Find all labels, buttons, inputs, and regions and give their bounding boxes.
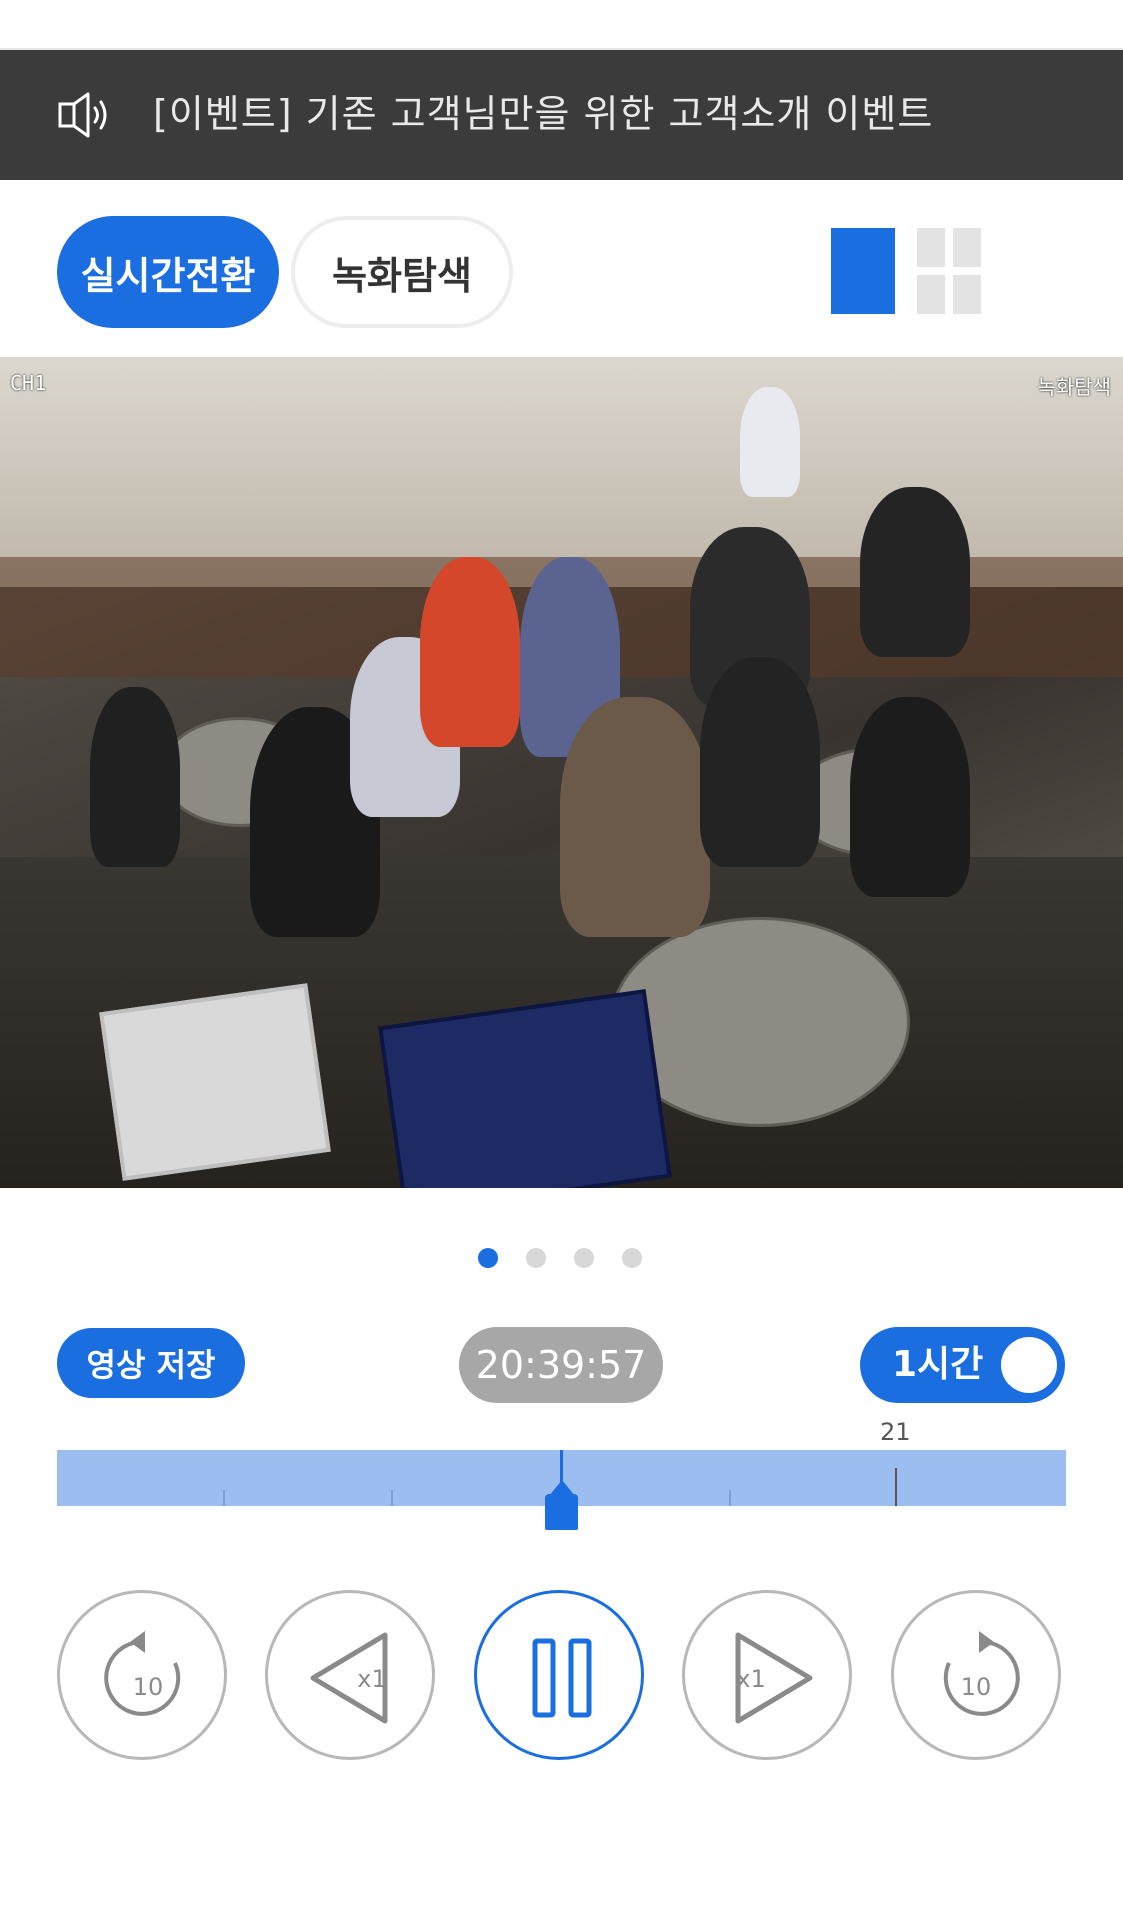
current-time-display: 20:39:57	[459, 1327, 663, 1403]
toggle-knob	[1001, 1337, 1057, 1393]
svg-text:10: 10	[961, 1673, 992, 1701]
announcement-text: [이벤트] 기존 고객님만을 위한 고객소개 이벤트	[153, 92, 934, 136]
rewind-icon: 10	[104, 1631, 181, 1716]
pause-button[interactable]	[474, 1590, 644, 1760]
slow-forward-button[interactable]: x1	[682, 1590, 852, 1760]
range-toggle-label: 1시간	[892, 1344, 984, 1385]
status-bar-area	[0, 0, 1123, 50]
backward-play-icon: x1	[310, 1632, 388, 1724]
timeline-hour-label: 21	[880, 1418, 911, 1446]
announcement-bar[interactable]: [이벤트] 기존 고객님만을 위한 고객소개 이벤트	[0, 50, 1123, 180]
page-dot[interactable]	[478, 1248, 498, 1268]
pause-icon	[532, 1638, 592, 1718]
fast-forward-icon: 10	[943, 1631, 1020, 1716]
playhead-handle-body[interactable]	[545, 1494, 578, 1530]
channel-label: CH1	[10, 371, 47, 395]
camera-video-feed[interactable]: CH1 녹화탐색	[0, 357, 1123, 1188]
slow-backward-button[interactable]: x1	[265, 1590, 435, 1760]
single-view-icon[interactable]	[831, 228, 895, 314]
page-dot[interactable]	[622, 1248, 642, 1268]
svg-text:x1: x1	[357, 1665, 386, 1693]
quad-view-icon[interactable]	[917, 228, 981, 314]
svg-text:x1: x1	[736, 1665, 765, 1693]
tab-live[interactable]: 실시간전환	[57, 216, 279, 328]
tab-recording-search[interactable]: 녹화탐색	[291, 216, 513, 328]
video-mode-label: 녹화탐색	[1037, 375, 1111, 399]
save-video-button[interactable]: 영상 저장	[57, 1328, 245, 1398]
forward-10-button[interactable]: 10	[891, 1590, 1061, 1760]
speaker-icon	[58, 92, 107, 138]
page-indicator	[478, 1248, 642, 1268]
rewind-10-button[interactable]: 10	[57, 1590, 227, 1760]
range-toggle[interactable]: 1시간	[860, 1327, 1065, 1403]
forward-play-icon: x1	[735, 1632, 813, 1724]
page-dot[interactable]	[526, 1248, 546, 1268]
page-dot[interactable]	[574, 1248, 594, 1268]
mode-tabs: 실시간전환 녹화탐색	[57, 216, 513, 328]
svg-text:10: 10	[133, 1673, 164, 1701]
